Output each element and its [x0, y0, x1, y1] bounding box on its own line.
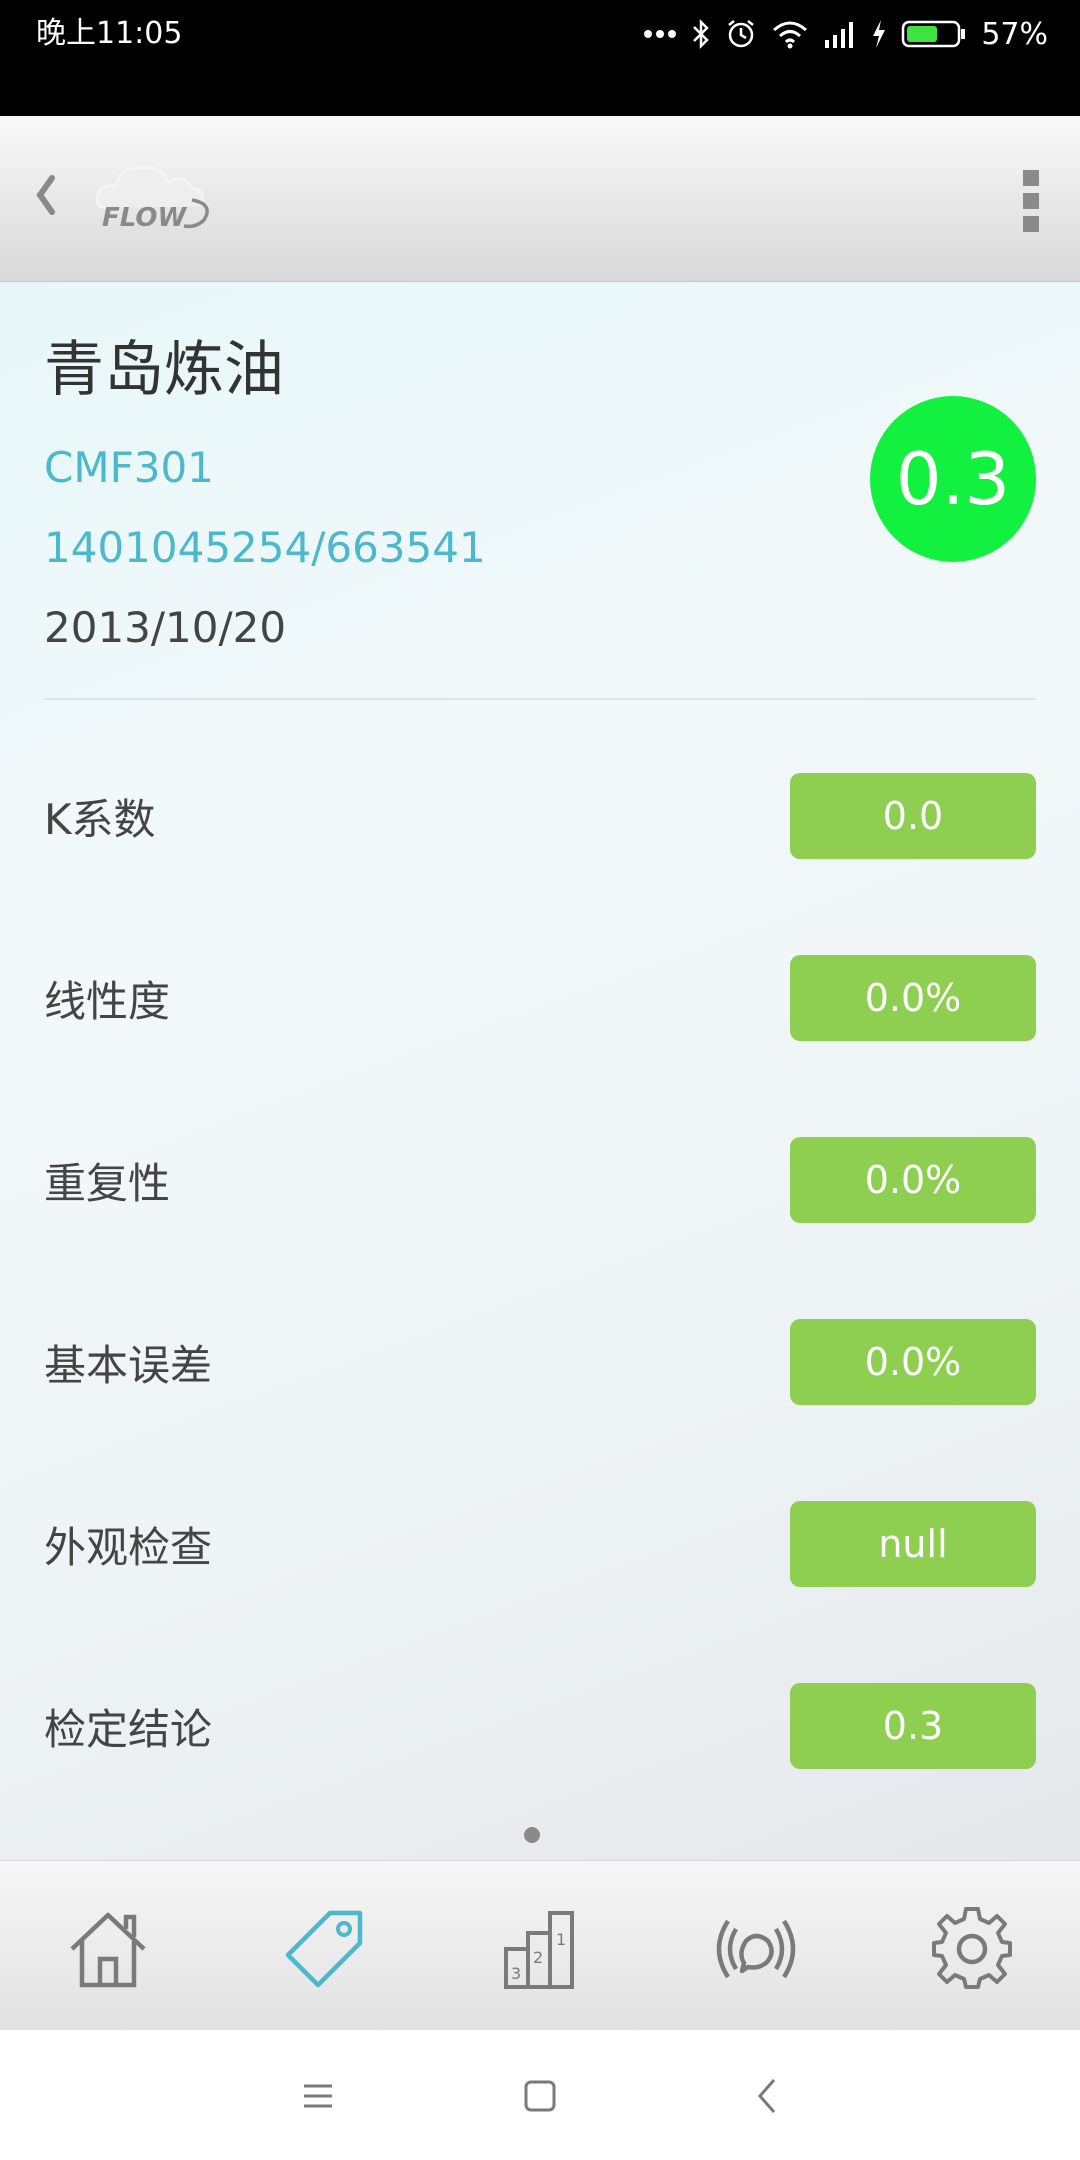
app-bar: FLOW — [0, 116, 1080, 282]
status-time: 晚上11:05 — [36, 16, 183, 51]
score-badge: 0.3 — [870, 396, 1036, 562]
battery-percent: 57% — [981, 16, 1048, 52]
more-dots-icon — [643, 29, 677, 39]
flow-logo: FLOW — [88, 156, 218, 236]
logo-text: FLOW — [102, 203, 188, 233]
row-label: K系数 — [44, 794, 156, 844]
meter-serial: 1401045254/663541 — [44, 523, 486, 572]
row-repeatability: 重复性 0.0% — [44, 1136, 1036, 1224]
row-basic-error: 基本误差 0.0% — [44, 1318, 1036, 1406]
row-k-factor: K系数 0.0 — [44, 772, 1036, 860]
bluetooth-icon — [691, 18, 711, 50]
overflow-menu-icon[interactable] — [1020, 168, 1042, 234]
broadcast-icon[interactable] — [708, 1901, 804, 1997]
settings-icon[interactable] — [924, 1901, 1020, 1997]
svg-text:3: 3 — [511, 1964, 521, 1983]
home-square-icon[interactable] — [518, 2074, 562, 2118]
row-label: 线性度 — [44, 976, 171, 1026]
row-value[interactable]: 0.0% — [790, 1137, 1036, 1223]
alarm-icon — [725, 18, 757, 50]
row-value[interactable]: null — [790, 1501, 1036, 1587]
row-label: 检定结论 — [44, 1704, 213, 1754]
row-value[interactable]: 0.3 — [790, 1683, 1036, 1769]
signal-icon — [823, 20, 857, 48]
status-bar: 晚上11:05 57% — [0, 0, 1080, 116]
divider — [44, 698, 1036, 700]
row-value[interactable]: 0.0% — [790, 1319, 1036, 1405]
row-linearity: 线性度 0.0% — [44, 954, 1036, 1042]
ranking-icon[interactable]: 3 2 1 — [492, 1901, 588, 1997]
svg-text:1: 1 — [556, 1930, 566, 1949]
page-indicator — [524, 1827, 540, 1843]
row-value[interactable]: 0.0% — [790, 955, 1036, 1041]
tag-icon[interactable] — [276, 1901, 372, 1997]
charging-icon — [871, 19, 887, 49]
tab-bar: 3 2 1 — [0, 1860, 1080, 2030]
row-label: 重复性 — [44, 1158, 171, 1208]
status-icons: 57% — [643, 14, 1048, 54]
row-conclusion: 检定结论 0.3 — [44, 1682, 1036, 1770]
row-label: 基本误差 — [44, 1340, 213, 1390]
home-icon[interactable] — [60, 1901, 156, 1997]
battery-icon — [901, 19, 967, 49]
menu-icon[interactable] — [296, 2074, 340, 2118]
back-arrow-icon[interactable] — [746, 2074, 790, 2118]
meter-name: 青岛炼油 — [44, 335, 284, 405]
system-nav-bar — [0, 2030, 1080, 2160]
meter-model: CMF301 — [44, 443, 214, 492]
meter-detail: 青岛炼油 CMF301 1401045254/663541 2013/10/20… — [0, 282, 1080, 1860]
meter-date: 2013/10/20 — [44, 603, 287, 652]
svg-text:2: 2 — [533, 1948, 543, 1967]
wifi-icon — [771, 19, 809, 49]
row-value[interactable]: 0.0 — [790, 773, 1036, 859]
row-label: 外观检查 — [44, 1522, 213, 1572]
back-icon[interactable] — [30, 170, 64, 220]
row-appearance-check: 外观检查 null — [44, 1500, 1036, 1588]
